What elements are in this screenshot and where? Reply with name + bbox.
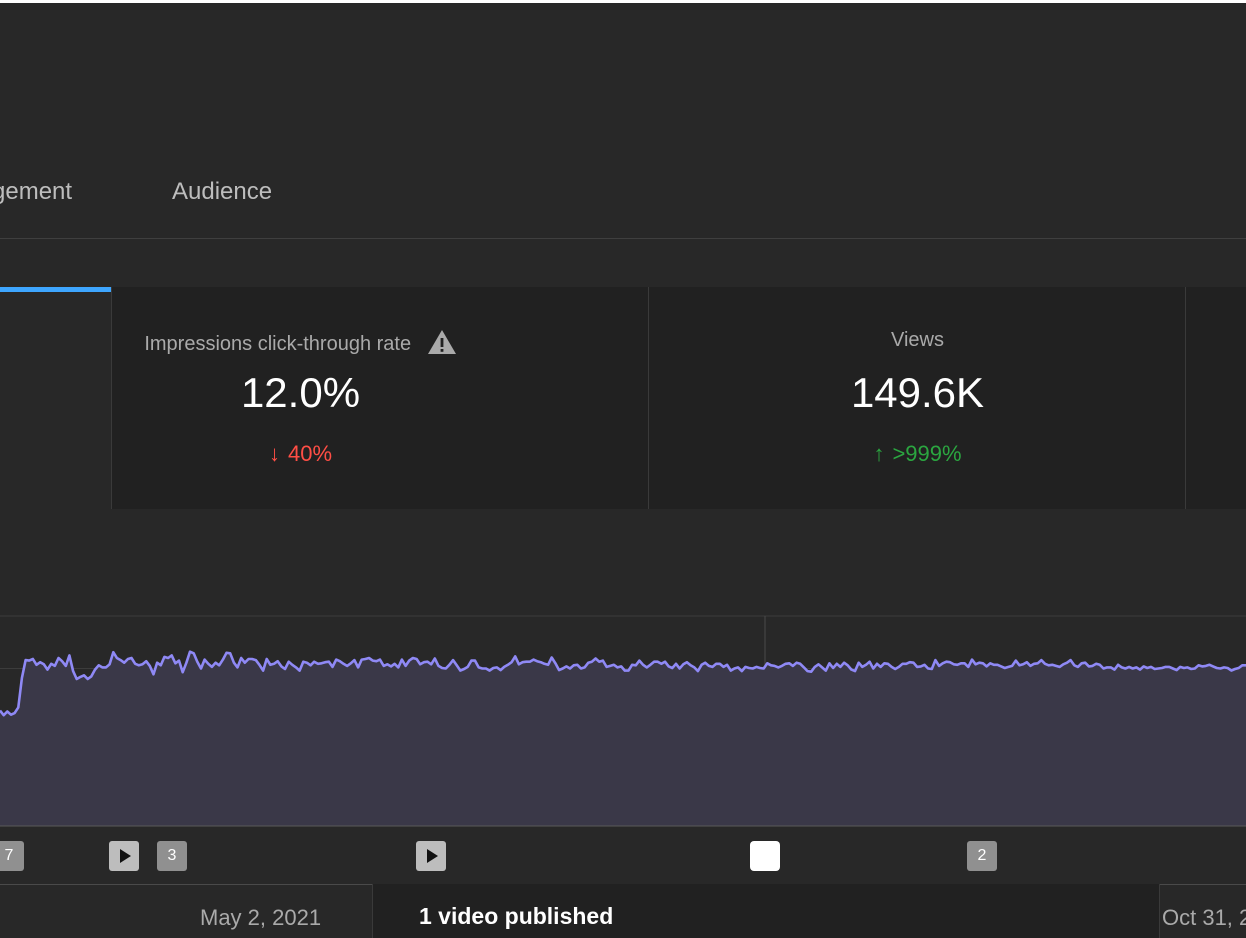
ctr-title-text: Impressions click-through rate (144, 333, 412, 355)
tab-engagement[interactable]: gement (0, 178, 72, 206)
video-count-marker[interactable]: 2 (967, 841, 997, 871)
video-published-marker[interactable] (109, 841, 139, 871)
video-count-marker[interactable]: 3 (157, 841, 187, 871)
chart-tooltip: 1 video published (372, 884, 1160, 938)
metric-card-ctr[interactable]: Impressions click-through rate 12.0% ↓ 40… (111, 287, 649, 509)
play-icon (427, 849, 438, 863)
metric-delta: ↑ >999% (649, 441, 1186, 467)
delta-value: >999% (892, 441, 962, 466)
metric-card-next[interactable] (1185, 287, 1246, 509)
analytics-tabs: gement Audience (0, 160, 1246, 238)
arrow-up-icon: ↑ (873, 441, 885, 466)
metric-value: 149.6K (850, 369, 985, 416)
tab-audience[interactable]: Audience (172, 178, 272, 206)
series-area (0, 651, 1246, 826)
play-icon (120, 849, 131, 863)
video-count-marker[interactable]: 7 (0, 841, 24, 871)
x-tick-label: Oct 31, 2 (1162, 905, 1246, 930)
metric-value: 12.0% (240, 369, 361, 416)
tooltip-text: 1 video published (419, 903, 614, 929)
warning-icon[interactable] (427, 329, 457, 355)
x-tick-label: May 2, 2021 (200, 905, 322, 930)
arrow-down-icon: ↓ (268, 441, 280, 466)
metric-cards: Impressions click-through rate 12.0% ↓ 40… (0, 287, 1246, 509)
delta-value: 40% (287, 441, 333, 466)
metric-delta: ↓ 40% (32, 441, 569, 467)
top-edge (0, 0, 1246, 3)
video-published-marker[interactable] (416, 841, 446, 871)
selected-indicator (0, 287, 111, 292)
selected-video-marker[interactable] (750, 841, 780, 871)
metric-card-views[interactable]: Views 149.6K ↑ >999% (648, 287, 1186, 509)
video-markers-row: 7 3 2 (0, 830, 1246, 884)
tabs-divider (0, 238, 1246, 239)
metric-title: Impressions click-through rate (32, 329, 569, 356)
line-chart[interactable] (0, 600, 1246, 830)
metric-title: Views (891, 329, 944, 351)
